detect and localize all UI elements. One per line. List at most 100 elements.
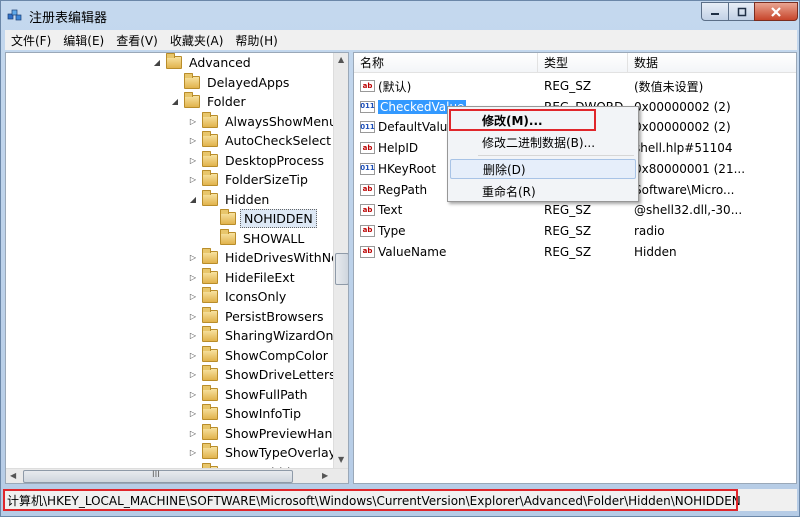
collapsed-arrow-icon[interactable]: ▷ xyxy=(188,155,198,165)
tree-item[interactable]: ▷ HideFileExt xyxy=(188,267,298,287)
modify-highlight-box xyxy=(449,109,596,131)
value-row[interactable]: ab ValueName REG_SZ Hidden xyxy=(354,242,796,262)
tree-item[interactable]: ▷ FolderSizeTip xyxy=(188,170,311,189)
folder-icon xyxy=(202,345,218,362)
value-name-cell: ab (默认) xyxy=(360,76,536,96)
expanded-arrow-icon[interactable]: ◢ xyxy=(170,97,180,107)
expanded-arrow-icon[interactable]: ◢ xyxy=(152,58,162,68)
tree-item[interactable]: SHOWALL xyxy=(206,228,307,248)
folder-icon xyxy=(184,72,200,89)
tree-item-label: Advanced xyxy=(189,55,251,70)
collapsed-arrow-icon[interactable]: ▷ xyxy=(188,428,198,438)
collapsed-arrow-icon[interactable]: ▷ xyxy=(188,136,198,146)
scroll-right-icon[interactable]: ▶ xyxy=(322,471,328,480)
folder-icon xyxy=(184,92,200,108)
tree-vertical-scroll-thumb[interactable] xyxy=(335,253,348,285)
value-name: HelpID xyxy=(378,141,419,156)
value-name: (默认) xyxy=(378,79,412,94)
tree-item-label: NOHIDDEN xyxy=(240,209,317,228)
tree-item[interactable]: ▷ ShowCompColor xyxy=(188,345,331,365)
value-row[interactable]: ab Type REG_SZ radio xyxy=(354,221,796,241)
collapsed-arrow-icon[interactable]: ▷ xyxy=(188,311,198,321)
tree-horizontal-scroll-thumb[interactable]: III xyxy=(23,470,293,483)
tree-item[interactable]: DelayedApps xyxy=(170,72,292,92)
tree-item[interactable]: ▷ IconsOnly xyxy=(188,287,289,306)
tree-item[interactable]: ▷ HideDrivesWithNoM xyxy=(188,248,348,267)
folder-icon xyxy=(202,189,218,206)
tree-item[interactable]: ▷ ShowFullPath xyxy=(188,384,311,404)
context-menu-modify-binary[interactable]: 修改二进制数据(B)... xyxy=(450,132,636,152)
tree-item[interactable]: ▷ AutoCheckSelect xyxy=(188,131,334,150)
tree-item-label: Folder xyxy=(207,94,246,109)
value-type: REG_SZ xyxy=(544,223,592,238)
menu-help[interactable]: 帮助(H) xyxy=(229,32,283,49)
tree-item[interactable]: ▷ DesktopProcess xyxy=(188,150,327,170)
minimize-button[interactable] xyxy=(701,2,729,21)
collapsed-arrow-icon[interactable]: ▷ xyxy=(188,116,198,126)
context-menu-rename[interactable]: 重命名(R) xyxy=(450,181,636,201)
menu-edit[interactable]: 编辑(E) xyxy=(57,32,110,49)
tree-item-label: PersistBrowsers xyxy=(225,308,324,324)
tree-item-label: ShowFullPath xyxy=(225,386,308,402)
menu-favorites[interactable]: 收藏夹(A) xyxy=(164,32,230,49)
tree-horizontal-scrollbar[interactable]: ◀ III ▶ xyxy=(6,468,348,483)
collapsed-arrow-icon[interactable]: ▷ xyxy=(188,253,198,263)
tree-item[interactable]: ▷ ShowTypeOverlay xyxy=(188,443,339,462)
tree-item-label: ShowCompColor xyxy=(225,347,328,363)
context-menu-delete[interactable]: 删除(D) xyxy=(450,159,636,179)
column-header-data[interactable]: 数据 xyxy=(628,53,796,73)
collapsed-arrow-icon[interactable]: ▷ xyxy=(188,370,198,380)
tree-item[interactable]: ◢ Advanced xyxy=(152,53,254,72)
tree-item[interactable]: ▷ ShowDriveLetters xyxy=(188,365,339,384)
tree-item-label: ShowDriveLetters xyxy=(225,367,336,382)
value-name: Type xyxy=(378,223,406,238)
collapsed-arrow-icon[interactable]: ▷ xyxy=(188,175,198,185)
column-header-name[interactable]: 名称 xyxy=(354,53,538,73)
scroll-grip: III xyxy=(152,470,160,480)
value-row[interactable]: ab Text REG_SZ @shell32.dll,-30... xyxy=(354,200,796,220)
menu-file[interactable]: 文件(F) xyxy=(5,32,57,49)
minimize-icon xyxy=(711,12,719,15)
folder-icon xyxy=(202,150,218,167)
tree-item-label: IconsOnly xyxy=(225,289,287,304)
column-header-type[interactable]: 类型 xyxy=(538,53,628,73)
regedit-icon xyxy=(7,9,22,21)
tree-item-label: ShowTypeOverlay xyxy=(225,445,337,460)
menu-view[interactable]: 查看(V) xyxy=(110,32,164,49)
maximize-button[interactable] xyxy=(728,2,755,21)
value-name: Text xyxy=(378,203,403,218)
collapsed-arrow-icon[interactable]: ▷ xyxy=(188,448,198,458)
scroll-down-icon[interactable]: ▼ xyxy=(338,455,344,464)
tree-item-label: ShowInfoTip xyxy=(225,406,302,421)
expanded-arrow-icon[interactable]: ◢ xyxy=(188,194,198,204)
tree-vertical-scrollbar[interactable]: ▲ ▼ xyxy=(333,53,348,468)
collapsed-arrow-icon[interactable]: ▷ xyxy=(188,409,198,419)
scroll-left-icon[interactable]: ◀ xyxy=(10,471,16,480)
tree-item[interactable]: ◢ Hidden xyxy=(188,189,272,209)
collapsed-arrow-icon[interactable]: ▷ xyxy=(188,350,198,360)
folder-icon xyxy=(202,443,218,459)
value-data: @shell32.dll,-30... xyxy=(634,203,743,218)
tree-item[interactable]: NOHIDDEN xyxy=(206,209,317,228)
tree-item[interactable]: ◢ Folder xyxy=(170,92,249,111)
maximize-icon xyxy=(737,7,746,16)
tree-item[interactable]: ▷ SharingWizardOn xyxy=(188,326,336,345)
collapsed-arrow-icon[interactable]: ▷ xyxy=(188,389,198,399)
tree-item[interactable]: ▷ ShowInfoTip xyxy=(188,404,304,423)
collapsed-arrow-icon[interactable]: ▷ xyxy=(188,272,198,282)
collapsed-arrow-icon[interactable]: ▷ xyxy=(188,331,198,341)
folder-icon xyxy=(202,248,218,264)
scroll-up-icon[interactable]: ▲ xyxy=(338,55,344,64)
collapsed-arrow-icon[interactable]: ▷ xyxy=(188,292,198,302)
tree-item[interactable]: ▷ ShowPreviewHandle xyxy=(188,423,348,443)
value-name: ValueName xyxy=(378,244,447,259)
value-name-cell: ab ValueName xyxy=(360,242,536,262)
value-row[interactable]: ab (默认) REG_SZ (数值未设置) xyxy=(354,76,796,96)
close-button[interactable] xyxy=(754,2,798,21)
window-title: 注册表编辑器 xyxy=(29,11,108,26)
tree-item[interactable]: ▷ AlwaysShowMenus xyxy=(188,111,346,131)
folder-icon xyxy=(202,404,218,420)
title-bar[interactable]: 注册表编辑器 xyxy=(1,1,799,29)
tree-item[interactable]: ▷ PersistBrowsers xyxy=(188,306,327,326)
